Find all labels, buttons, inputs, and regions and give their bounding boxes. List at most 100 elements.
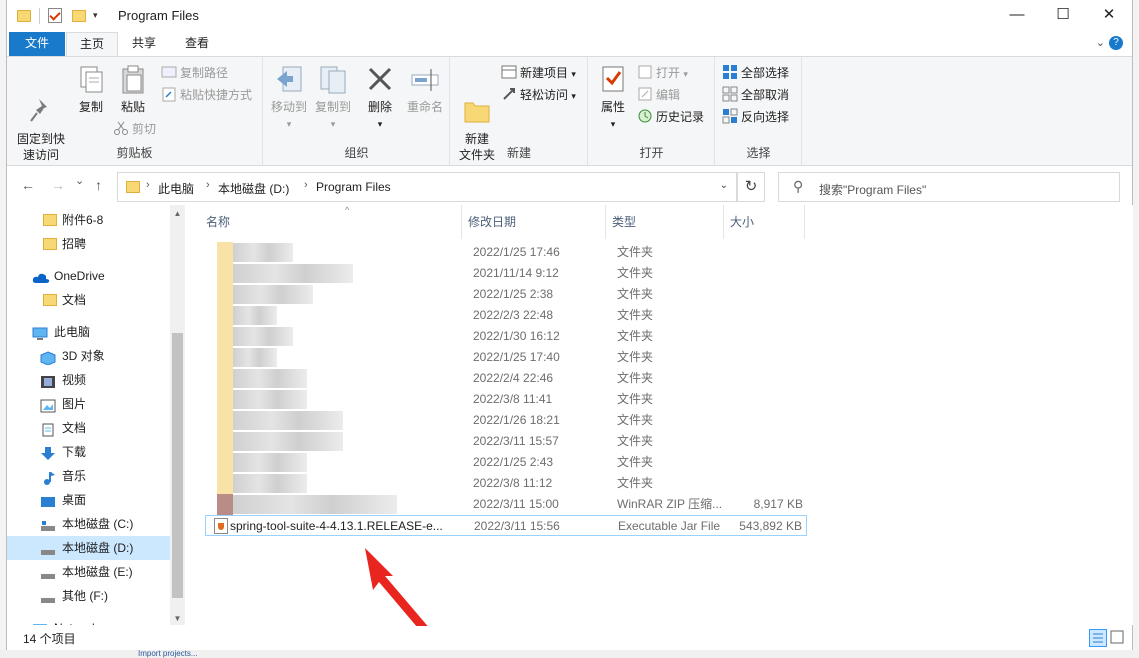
tab-file[interactable]: 文件 [9, 32, 65, 56]
sidebar-item-desktop[interactable]: 桌面 [7, 488, 171, 512]
chevron-down-icon[interactable]: ⌄ [720, 180, 728, 191]
sidebar-item-recruit[interactable]: 招聘 [7, 232, 171, 256]
table-row[interactable]: 2022/1/26 18:21 文件夹 [205, 410, 807, 431]
table-row[interactable]: 2022/2/4 22:46 文件夹 [205, 368, 807, 389]
paste-button[interactable]: 粘贴 [113, 63, 153, 115]
cut-button[interactable]: 剪切 [113, 119, 156, 139]
back-button[interactable]: ← [21, 177, 35, 193]
title-bar: ▾ Program Files — ☐ ✕ [7, 0, 1132, 32]
help-icon[interactable]: ? [1109, 36, 1123, 50]
tab-view[interactable]: 查看 [171, 32, 223, 56]
new-folder-quick-icon[interactable] [72, 10, 86, 22]
close-button[interactable]: ✕ [1086, 0, 1132, 32]
background-window-strip: Import projects... [0, 649, 1139, 658]
sidebar-item-onedrive[interactable]: OneDrive [7, 264, 171, 288]
copy-to-label: 复制到 [314, 100, 351, 114]
sidebar-scrollbar[interactable]: ▲ ▼ [170, 205, 185, 625]
column-header-type[interactable]: 类型 [606, 205, 724, 239]
sidebar-item-downloads[interactable]: 下载 [7, 440, 171, 464]
select-none-button[interactable]: 全部取消 [722, 85, 789, 105]
table-row[interactable]: 2021/11/14 9:12 文件夹 [205, 263, 807, 284]
customize-quick-access-button[interactable]: ▾ [93, 10, 98, 28]
breadcrumb-drive-d[interactable]: 本地磁盘 (D:) [218, 180, 289, 197]
open-button[interactable]: 打开 ▾ [637, 63, 688, 83]
maximize-button[interactable]: ☐ [1040, 0, 1086, 32]
new-item-button[interactable]: 新建项目 ▾ [501, 63, 576, 83]
up-button[interactable]: ↑ [95, 177, 102, 193]
sidebar-item-onedrive-docs[interactable]: 文档 [7, 288, 171, 312]
table-row[interactable]: spring-tool-suite-4-4.13.1.RELEASE-e... 2… [205, 515, 807, 536]
folder-icon [126, 181, 140, 193]
table-row[interactable]: 2022/2/3 22:48 文件夹 [205, 305, 807, 326]
minimize-button[interactable]: — [994, 0, 1040, 32]
file-modified-date: 2022/1/26 18:21 [473, 413, 560, 427]
sidebar-item-documents[interactable]: 文档 [7, 416, 171, 440]
sidebar-item-label: 此电脑 [54, 325, 91, 339]
sidebar-item-videos[interactable]: 视频 [7, 368, 171, 392]
table-row[interactable]: 2022/1/30 16:12 文件夹 [205, 326, 807, 347]
table-row[interactable]: 2022/3/11 15:00 WinRAR ZIP 压缩... 8,917 KB [205, 494, 807, 515]
file-size: 8,917 KB [753, 497, 803, 511]
edit-button[interactable]: 编辑 [637, 85, 680, 105]
properties-quick-icon[interactable] [48, 8, 62, 23]
paste-shortcut-button[interactable]: 粘贴快捷方式 [161, 85, 252, 105]
sidebar-item-network[interactable]: Network [7, 616, 171, 625]
column-header-name[interactable]: 名称 ^ [200, 205, 462, 239]
large-icons-view-button[interactable] [1109, 629, 1127, 647]
file-modified-date: 2022/2/4 22:46 [473, 371, 554, 385]
sidebar-item-this-pc[interactable]: 此电脑 [7, 320, 171, 344]
recent-locations-button[interactable]: ⌄ [75, 174, 84, 187]
new-group: 新建 文件夹 新建项目 ▾ 轻松访问 ▾ 新建 [451, 57, 588, 165]
sidebar-item-attachments[interactable]: 附件6-8 [7, 208, 171, 232]
address-bar[interactable]: › 此电脑 › 本地磁盘 (D:) › Program Files ⌄ [117, 172, 737, 202]
tab-share[interactable]: 共享 [119, 32, 169, 56]
breadcrumb-program-files[interactable]: Program Files [316, 180, 391, 194]
easy-access-button[interactable]: 轻松访问 ▾ [501, 85, 576, 105]
properties-button[interactable]: 属性 ▾ [593, 63, 633, 132]
sidebar-item-drive-d[interactable]: 本地磁盘 (D:) [7, 536, 171, 560]
scrollbar-thumb[interactable] [172, 333, 183, 598]
invert-selection-button[interactable]: 反向选择 [722, 107, 789, 127]
sidebar-item-label: 本地磁盘 (E:) [62, 565, 133, 579]
delete-icon [364, 63, 396, 95]
computer-icon [32, 325, 48, 340]
tab-home[interactable]: 主页 [66, 32, 118, 57]
sidebar-item-drive-f[interactable]: 其他 (F:) [7, 584, 171, 608]
delete-button[interactable]: 删除 ▾ [362, 63, 398, 132]
chevron-down-icon[interactable]: ⌄ [1096, 36, 1105, 49]
sidebar-item-3d-objects[interactable]: 3D 对象 [7, 344, 171, 368]
details-view-button[interactable] [1089, 629, 1107, 647]
search-input[interactable]: ⚲ 搜索"Program Files" [778, 172, 1120, 202]
breadcrumb-this-pc[interactable]: 此电脑 [158, 180, 194, 197]
history-button[interactable]: 历史记录 [637, 107, 704, 127]
sidebar-item-drive-e[interactable]: 本地磁盘 (E:) [7, 560, 171, 584]
rename-button[interactable]: 重命名 [404, 63, 446, 115]
blurred-file-name [233, 327, 293, 346]
desktop-icon [40, 493, 56, 507]
copy-path-button[interactable]: 复制路径 [161, 63, 228, 83]
copy-to-button[interactable]: 复制到 ▾ [312, 63, 354, 132]
forward-button[interactable]: → [51, 177, 65, 193]
table-row[interactable]: 2022/1/25 17:46 文件夹 [205, 242, 807, 263]
table-row[interactable]: 2022/1/25 2:38 文件夹 [205, 284, 807, 305]
scroll-down-arrow-icon[interactable]: ▼ [170, 614, 185, 623]
blurred-item-icon [217, 263, 233, 284]
sidebar-item-drive-c[interactable]: 本地磁盘 (C:) [7, 512, 171, 536]
table-row[interactable]: 2022/3/8 11:12 文件夹 [205, 473, 807, 494]
copy-button[interactable]: 复制 [71, 63, 111, 115]
sidebar-item-music[interactable]: 音乐 [7, 464, 171, 488]
drive-icon [40, 517, 56, 531]
sidebar-item-pictures[interactable]: 图片 [7, 392, 171, 416]
column-header-size[interactable]: 大小 [724, 205, 805, 239]
scroll-up-arrow-icon[interactable]: ▲ [170, 209, 185, 218]
blurred-item-icon [217, 242, 233, 263]
table-row[interactable]: 2022/1/25 2:43 文件夹 [205, 452, 807, 473]
file-name: spring-tool-suite-4-4.13.1.RELEASE-e... [230, 519, 443, 533]
column-header-date[interactable]: 修改日期 [462, 205, 606, 239]
table-row[interactable]: 2022/1/25 17:40 文件夹 [205, 347, 807, 368]
move-to-button[interactable]: 移动到 ▾ [268, 63, 310, 132]
select-all-button[interactable]: 全部选择 [722, 63, 789, 83]
table-row[interactable]: 2022/3/8 11:41 文件夹 [205, 389, 807, 410]
refresh-button[interactable]: ↻ [737, 172, 765, 202]
table-row[interactable]: 2022/3/11 15:57 文件夹 [205, 431, 807, 452]
